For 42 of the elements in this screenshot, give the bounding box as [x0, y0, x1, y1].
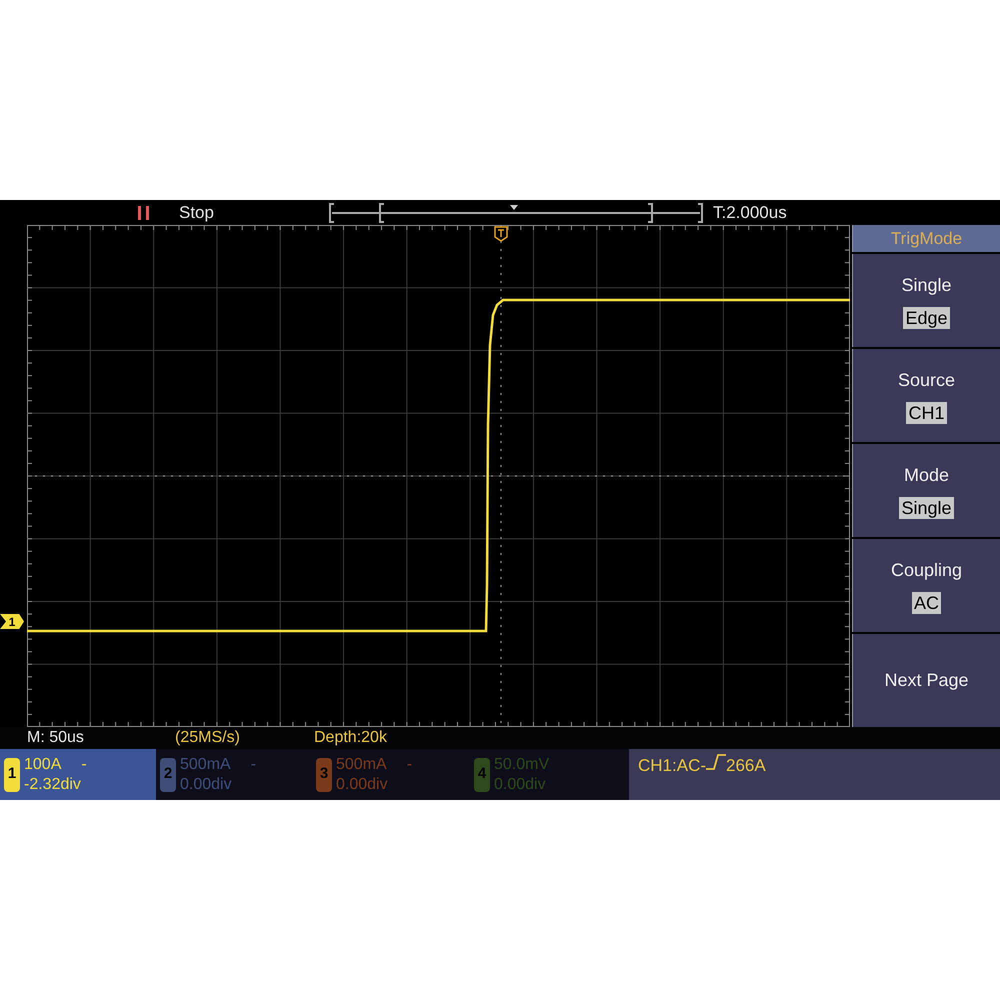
channel-offset: 0.00div: [336, 774, 389, 794]
channel-panel[interactable]: 1 100A - -2.32div: [0, 749, 156, 800]
menu-item[interactable]: Single Edge: [852, 254, 1000, 347]
menu-item[interactable]: Mode Single: [852, 444, 1000, 537]
rising-edge-icon: [706, 753, 726, 771]
channel-scale: 500mA: [336, 754, 387, 774]
channel-scale: 50.0mV: [494, 754, 550, 774]
trigger-level-marker: 1: [0, 614, 24, 629]
channel-suffix: -: [250, 754, 256, 774]
menu-item[interactable]: Next Page: [852, 634, 1000, 727]
menu-label: Source: [898, 369, 956, 392]
pause-icon: [137, 204, 151, 220]
channel-number: 1: [4, 758, 20, 792]
channel-offset: 0.00div: [494, 774, 547, 794]
channel-scale: 500mA: [180, 754, 231, 774]
channel-suffix: -: [406, 754, 412, 774]
menu-item[interactable]: Coupling AC: [852, 539, 1000, 632]
channel-number: 2: [160, 758, 176, 792]
trigger-time: T:2.000us: [712, 202, 787, 224]
menu-item[interactable]: Source CH1: [852, 349, 1000, 442]
menu-value: AC: [912, 592, 941, 614]
menu-title: TrigMode: [852, 225, 1000, 252]
channel-offset: -2.32div: [24, 774, 82, 794]
timebase: M: 50us: [27, 728, 85, 748]
sample-rate: (25MS/s): [175, 728, 241, 748]
menu-value: CH1: [906, 402, 946, 424]
menu-value: Single: [899, 497, 954, 519]
memory-depth: Depth:20k: [314, 728, 387, 748]
channel-scale: 100A: [24, 754, 62, 774]
menu-label: Next Page: [884, 669, 969, 692]
channel-suffix: -: [81, 754, 87, 774]
trigger-position-icon: [494, 226, 508, 242]
channel-number: 4: [474, 758, 490, 792]
trigger-source: CH1:AC-: [638, 755, 706, 777]
channel-offset: 0.00div: [180, 774, 233, 794]
menu-label: Single: [901, 274, 952, 297]
trigger-level: 266A: [726, 755, 766, 777]
menu-value: Edge: [903, 307, 950, 329]
run-state: Stop: [179, 202, 214, 224]
menu-label: Mode: [904, 464, 950, 487]
menu-label: Coupling: [890, 559, 962, 582]
channel-number: 3: [316, 758, 332, 792]
